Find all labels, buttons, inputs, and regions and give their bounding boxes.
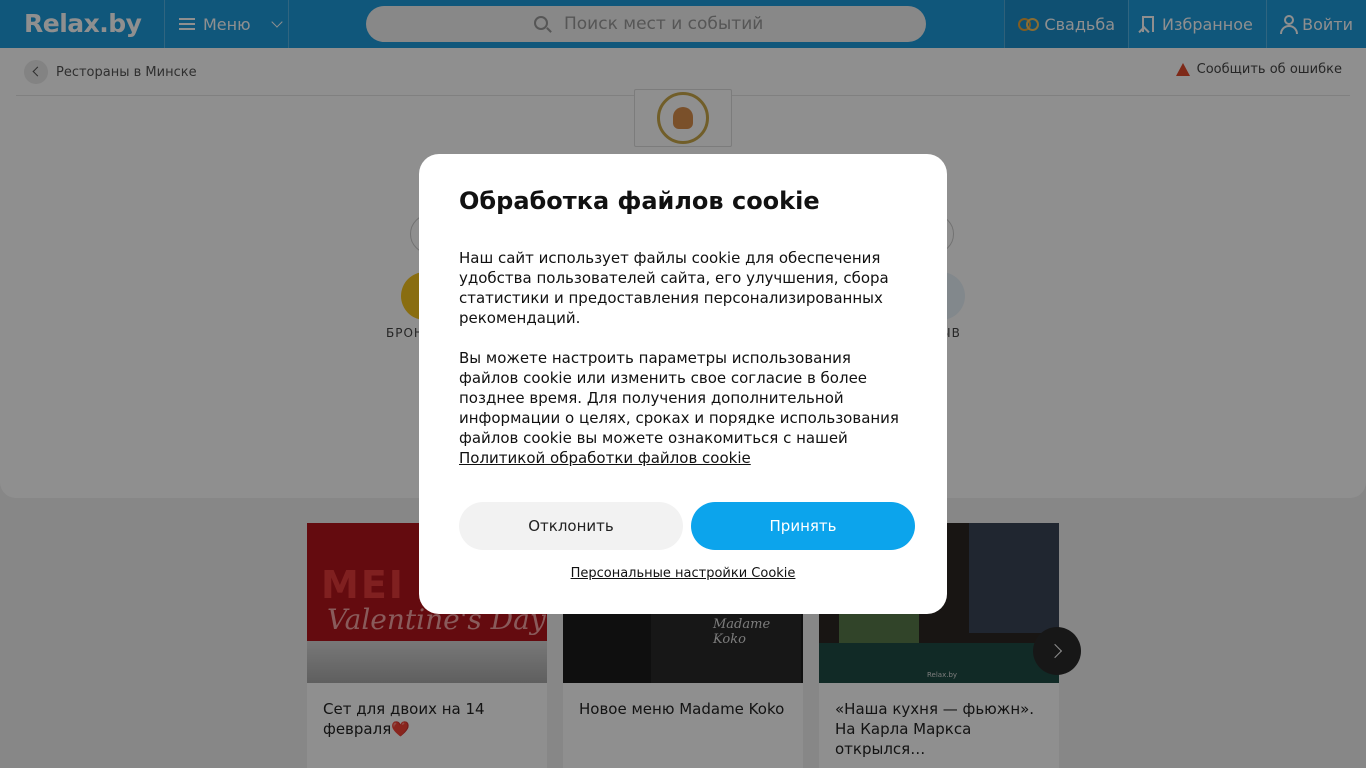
modal-paragraph: Наш сайт использует файлы cookie для обе… [459, 249, 889, 327]
cookie-policy-link[interactable]: Политикой обработки файлов cookie [459, 449, 751, 467]
cookie-modal: Обработка файлов cookie Наш сайт использ… [419, 154, 947, 614]
modal-paragraph-text: Вы можете настроить параметры использова… [459, 349, 899, 447]
modal-paragraph: Вы можете настроить параметры использова… [459, 348, 907, 468]
cookie-settings-link[interactable]: Персональные настройки Cookie [419, 566, 947, 581]
accept-button[interactable]: Принять [691, 502, 915, 550]
decline-button[interactable]: Отклонить [459, 502, 683, 550]
modal-actions: Отклонить Принять [459, 502, 915, 550]
modal-title: Обработка файлов cookie [459, 187, 820, 215]
modal-body: Наш сайт использует файлы cookie для обе… [459, 248, 907, 468]
